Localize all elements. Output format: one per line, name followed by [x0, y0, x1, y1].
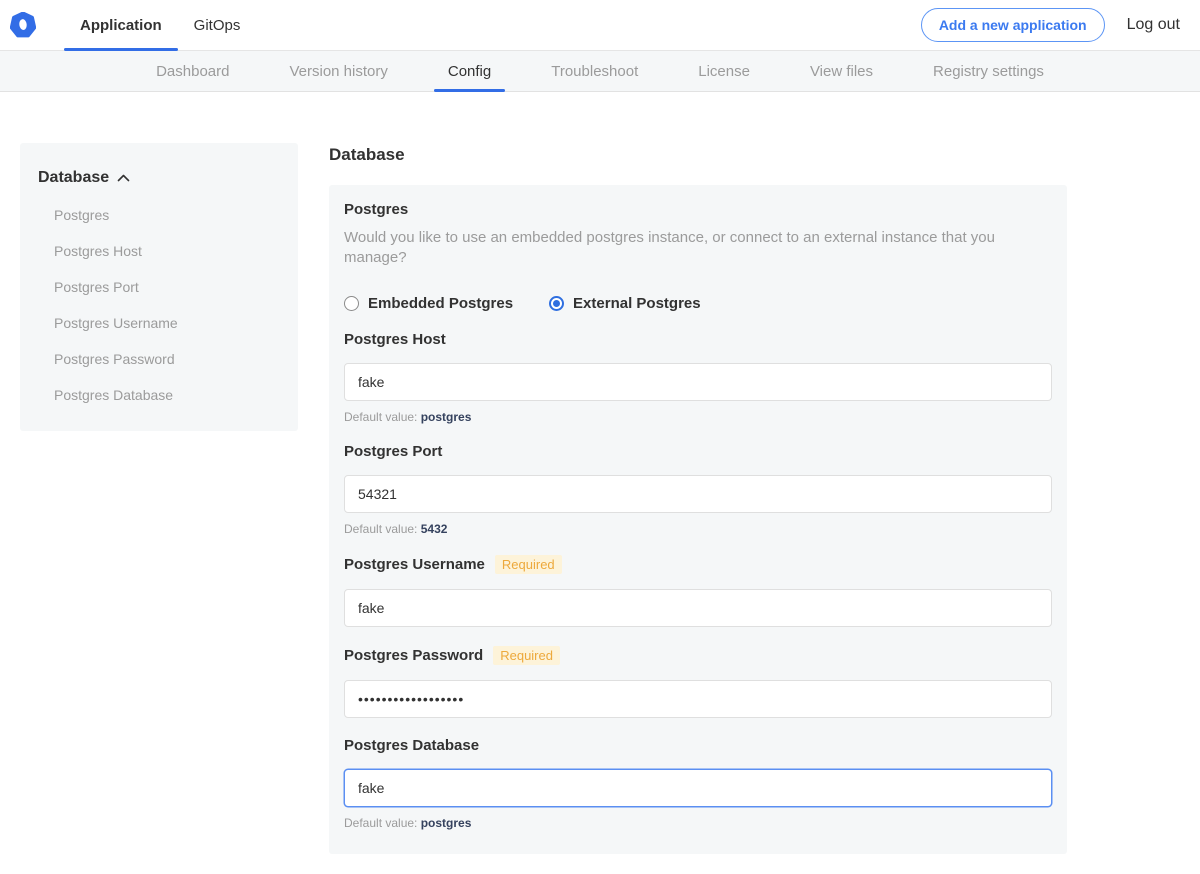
- content-area: Database Postgres Postgres Host Postgres…: [0, 92, 1200, 874]
- postgres-host-input[interactable]: [344, 363, 1052, 401]
- sidebar-item-list: Postgres Postgres Host Postgres Port Pos…: [38, 207, 280, 403]
- app-subnav: Dashboard Version history Config Trouble…: [0, 51, 1200, 92]
- config-sidebar: Database Postgres Postgres Host Postgres…: [20, 143, 298, 431]
- logout-link[interactable]: Log out: [1127, 16, 1180, 34]
- postgres-password-input[interactable]: [344, 680, 1052, 718]
- database-config-card: Postgres Would you like to use an embedd…: [329, 185, 1067, 854]
- required-badge: Required: [493, 646, 560, 665]
- field-postgres-port: Postgres Port Default value: 5432: [344, 443, 1052, 536]
- config-group-postgres: Postgres Would you like to use an embedd…: [344, 201, 1052, 312]
- add-new-application-button[interactable]: Add a new application: [921, 8, 1105, 42]
- field-postgres-username: Postgres Username Required: [344, 555, 1052, 627]
- field-postgres-password: Postgres Password Required: [344, 646, 1052, 718]
- subnav-tab-license[interactable]: License: [684, 51, 764, 91]
- sidebar-group-label: Database: [38, 169, 109, 187]
- sidebar-item-postgres[interactable]: Postgres: [38, 207, 280, 223]
- postgres-port-default: Default value: 5432: [344, 522, 1052, 536]
- radio-embedded-postgres[interactable]: Embedded Postgres: [344, 295, 513, 312]
- tab-gitops[interactable]: GitOps: [178, 0, 257, 50]
- radio-label-external: External Postgres: [573, 295, 701, 312]
- subnav-tab-config[interactable]: Config: [434, 51, 505, 91]
- postgres-group-help: Would you like to use an embedded postgr…: [344, 228, 1052, 269]
- replicated-logo-icon: [10, 12, 36, 38]
- postgres-radio-group: Embedded Postgres External Postgres: [344, 295, 1052, 312]
- tab-application[interactable]: Application: [64, 0, 178, 50]
- sidebar-group-database[interactable]: Database: [38, 169, 280, 187]
- subnav-tab-dashboard[interactable]: Dashboard: [142, 51, 243, 91]
- sidebar-item-postgres-database[interactable]: Postgres Database: [38, 387, 280, 403]
- postgres-database-input[interactable]: [344, 769, 1052, 807]
- page-title: Database: [329, 145, 1067, 165]
- postgres-port-input[interactable]: [344, 475, 1052, 513]
- sidebar-item-postgres-port[interactable]: Postgres Port: [38, 279, 280, 295]
- subnav-tab-version-history[interactable]: Version history: [275, 51, 401, 91]
- postgres-username-input[interactable]: [344, 589, 1052, 627]
- header-right: Add a new application Log out: [921, 0, 1200, 50]
- radio-circle-embedded[interactable]: [344, 296, 359, 311]
- radio-circle-external[interactable]: [549, 296, 564, 311]
- postgres-database-default: Default value: postgres: [344, 816, 1052, 830]
- sidebar-item-postgres-password[interactable]: Postgres Password: [38, 351, 280, 367]
- postgres-username-label: Postgres Username: [344, 556, 485, 573]
- app-logo[interactable]: [10, 0, 36, 50]
- chevron-up-icon: [117, 174, 130, 182]
- postgres-port-label: Postgres Port: [344, 443, 442, 460]
- subnav-tab-view-files[interactable]: View files: [796, 51, 887, 91]
- subnav-tab-registry-settings[interactable]: Registry settings: [919, 51, 1058, 91]
- config-main: Database Postgres Would you like to use …: [329, 143, 1067, 874]
- postgres-database-label: Postgres Database: [344, 737, 479, 754]
- radio-external-postgres[interactable]: External Postgres: [549, 295, 701, 312]
- top-tabs: Application GitOps: [64, 0, 256, 50]
- postgres-password-label: Postgres Password: [344, 647, 483, 664]
- postgres-host-label: Postgres Host: [344, 331, 446, 348]
- postgres-group-label: Postgres: [344, 201, 1052, 218]
- field-postgres-database: Postgres Database Default value: postgre…: [344, 737, 1052, 830]
- postgres-host-default: Default value: postgres: [344, 410, 1052, 424]
- required-badge: Required: [495, 555, 562, 574]
- subnav-tab-troubleshoot[interactable]: Troubleshoot: [537, 51, 652, 91]
- top-header: Application GitOps Add a new application…: [0, 0, 1200, 51]
- field-postgres-host: Postgres Host Default value: postgres: [344, 331, 1052, 424]
- sidebar-item-postgres-host[interactable]: Postgres Host: [38, 243, 280, 259]
- radio-label-embedded: Embedded Postgres: [368, 295, 513, 312]
- sidebar-item-postgres-username[interactable]: Postgres Username: [38, 315, 280, 331]
